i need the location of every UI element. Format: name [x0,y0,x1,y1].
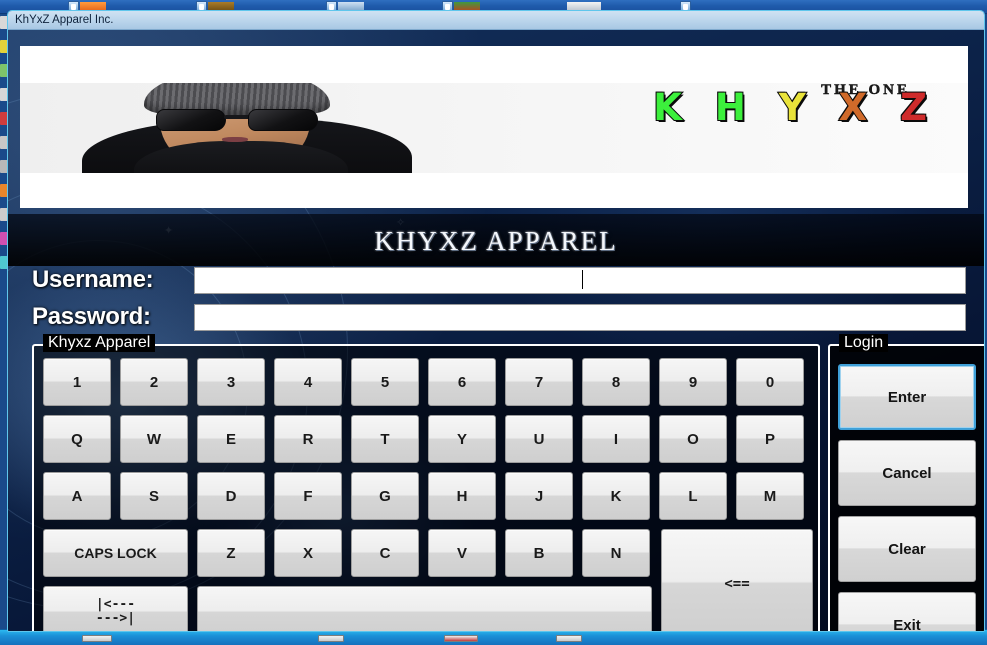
sunglasses-right-lens [248,109,318,131]
logo-letter-y: Y [778,86,807,129]
password-label: Password: [32,303,151,330]
key-tab[interactable]: |<--- --->| [43,586,188,631]
key-1[interactable]: 1 [43,358,111,406]
header-banner: THE ONE K H Y X Z [20,46,968,208]
key-o[interactable]: O [659,415,727,463]
title-bar[interactable]: KhYxZ Apparel Inc. [8,11,984,30]
key-w[interactable]: W [120,415,188,463]
keyboard-row-qwerty: Q W E R T Y U I O P [43,415,813,463]
key-n[interactable]: N [582,529,650,577]
key-tab-bottom-label: --->| [95,611,136,626]
banner-artwork: THE ONE K H Y X Z [20,83,968,173]
key-t[interactable]: T [351,415,419,463]
keyboard-row-asdf: A S D F G H J K L M [43,472,813,520]
model-photo [82,83,412,173]
keyboard-row-bottom: |<--- --->| [43,586,652,631]
logo-letters: K H Y X Z [652,86,928,129]
key-j[interactable]: J [505,472,573,520]
key-g[interactable]: G [351,472,419,520]
page-title: KHYXZ APPAREL [374,226,618,256]
keyboard-lower-left: CAPS LOCK Z X C V B N |<--- --->| [43,529,652,631]
keyboard-row-numbers: 1 2 3 4 5 6 7 8 9 0 [43,358,813,406]
key-3[interactable]: 3 [197,358,265,406]
password-input[interactable] [194,303,966,331]
username-label: Username: [32,266,154,293]
photo-sunglasses [156,109,318,131]
key-2[interactable]: 2 [120,358,188,406]
key-l[interactable]: L [659,472,727,520]
key-e[interactable]: E [197,415,265,463]
window-title: KhYxZ Apparel Inc. [15,14,114,26]
key-p[interactable]: P [736,415,804,463]
photo-mouth [222,137,248,142]
key-q[interactable]: Q [43,415,111,463]
login-group-legend: Login [839,334,889,352]
key-caps-lock[interactable]: CAPS LOCK [43,529,188,577]
username-row: Username: [32,266,966,294]
logo-letter-z: Z [899,86,928,129]
key-a[interactable]: A [43,472,111,520]
exit-button[interactable]: Exit [838,592,976,631]
key-i[interactable]: I [582,415,650,463]
key-6[interactable]: 6 [428,358,496,406]
text-cursor [582,270,583,289]
key-8[interactable]: 8 [582,358,650,406]
key-m[interactable]: M [736,472,804,520]
logo-letter-h: H [714,86,747,129]
login-group: Login Enter Cancel Clear Exit [828,334,984,631]
key-0[interactable]: 0 [736,358,804,406]
key-h[interactable]: H [428,472,496,520]
bottom-taskbar-item[interactable] [82,635,112,642]
virtual-keyboard-group: Khyxz Apparel 1 2 3 4 5 6 7 8 9 0 Q W E … [32,334,820,631]
bottom-taskbar-item[interactable] [318,635,344,642]
bottom-taskbar-item[interactable] [444,635,478,642]
key-r[interactable]: R [274,415,342,463]
key-k[interactable]: K [582,472,650,520]
keyboard-row-zxcv: CAPS LOCK Z X C V B N |<--- --->| <== [43,529,813,631]
key-7[interactable]: 7 [505,358,573,406]
username-input[interactable] [194,266,966,294]
password-row: Password: [32,303,966,331]
key-d[interactable]: D [197,472,265,520]
key-u[interactable]: U [505,415,573,463]
key-x[interactable]: X [274,529,342,577]
bottom-taskbar-item[interactable] [556,635,582,642]
virtual-keyboard: 1 2 3 4 5 6 7 8 9 0 Q W E R T Y U I O P … [43,358,813,631]
keyboard-row-zxcv-keys: CAPS LOCK Z X C V B N [43,529,652,577]
key-9[interactable]: 9 [659,358,727,406]
desktop: KhYxZ Apparel Inc. ✦ ✧ ✦ [0,0,987,645]
sunglasses-left-lens [156,109,226,131]
login-button-stack: Enter Cancel Clear Exit [838,364,976,631]
key-f[interactable]: F [274,472,342,520]
key-4[interactable]: 4 [274,358,342,406]
enter-button[interactable]: Enter [838,364,976,430]
key-s[interactable]: S [120,472,188,520]
key-backspace[interactable]: <== [661,529,813,631]
application-window: KhYxZ Apparel Inc. ✦ ✧ ✦ [7,10,985,632]
key-v[interactable]: V [428,529,496,577]
cancel-button[interactable]: Cancel [838,440,976,506]
key-space[interactable] [197,586,652,631]
key-c[interactable]: C [351,529,419,577]
keyboard-group-legend: Khyxz Apparel [43,334,156,352]
logo-letter-x: X [838,86,868,129]
key-b[interactable]: B [505,529,573,577]
key-tab-top-label: |<--- [95,597,136,613]
key-z[interactable]: Z [197,529,265,577]
logo-letter-k: K [652,86,683,129]
clear-button[interactable]: Clear [838,516,976,582]
client-area: ✦ ✧ ✦ [8,30,984,631]
sunglasses-bridge [224,115,250,119]
key-y[interactable]: Y [428,415,496,463]
key-5[interactable]: 5 [351,358,419,406]
